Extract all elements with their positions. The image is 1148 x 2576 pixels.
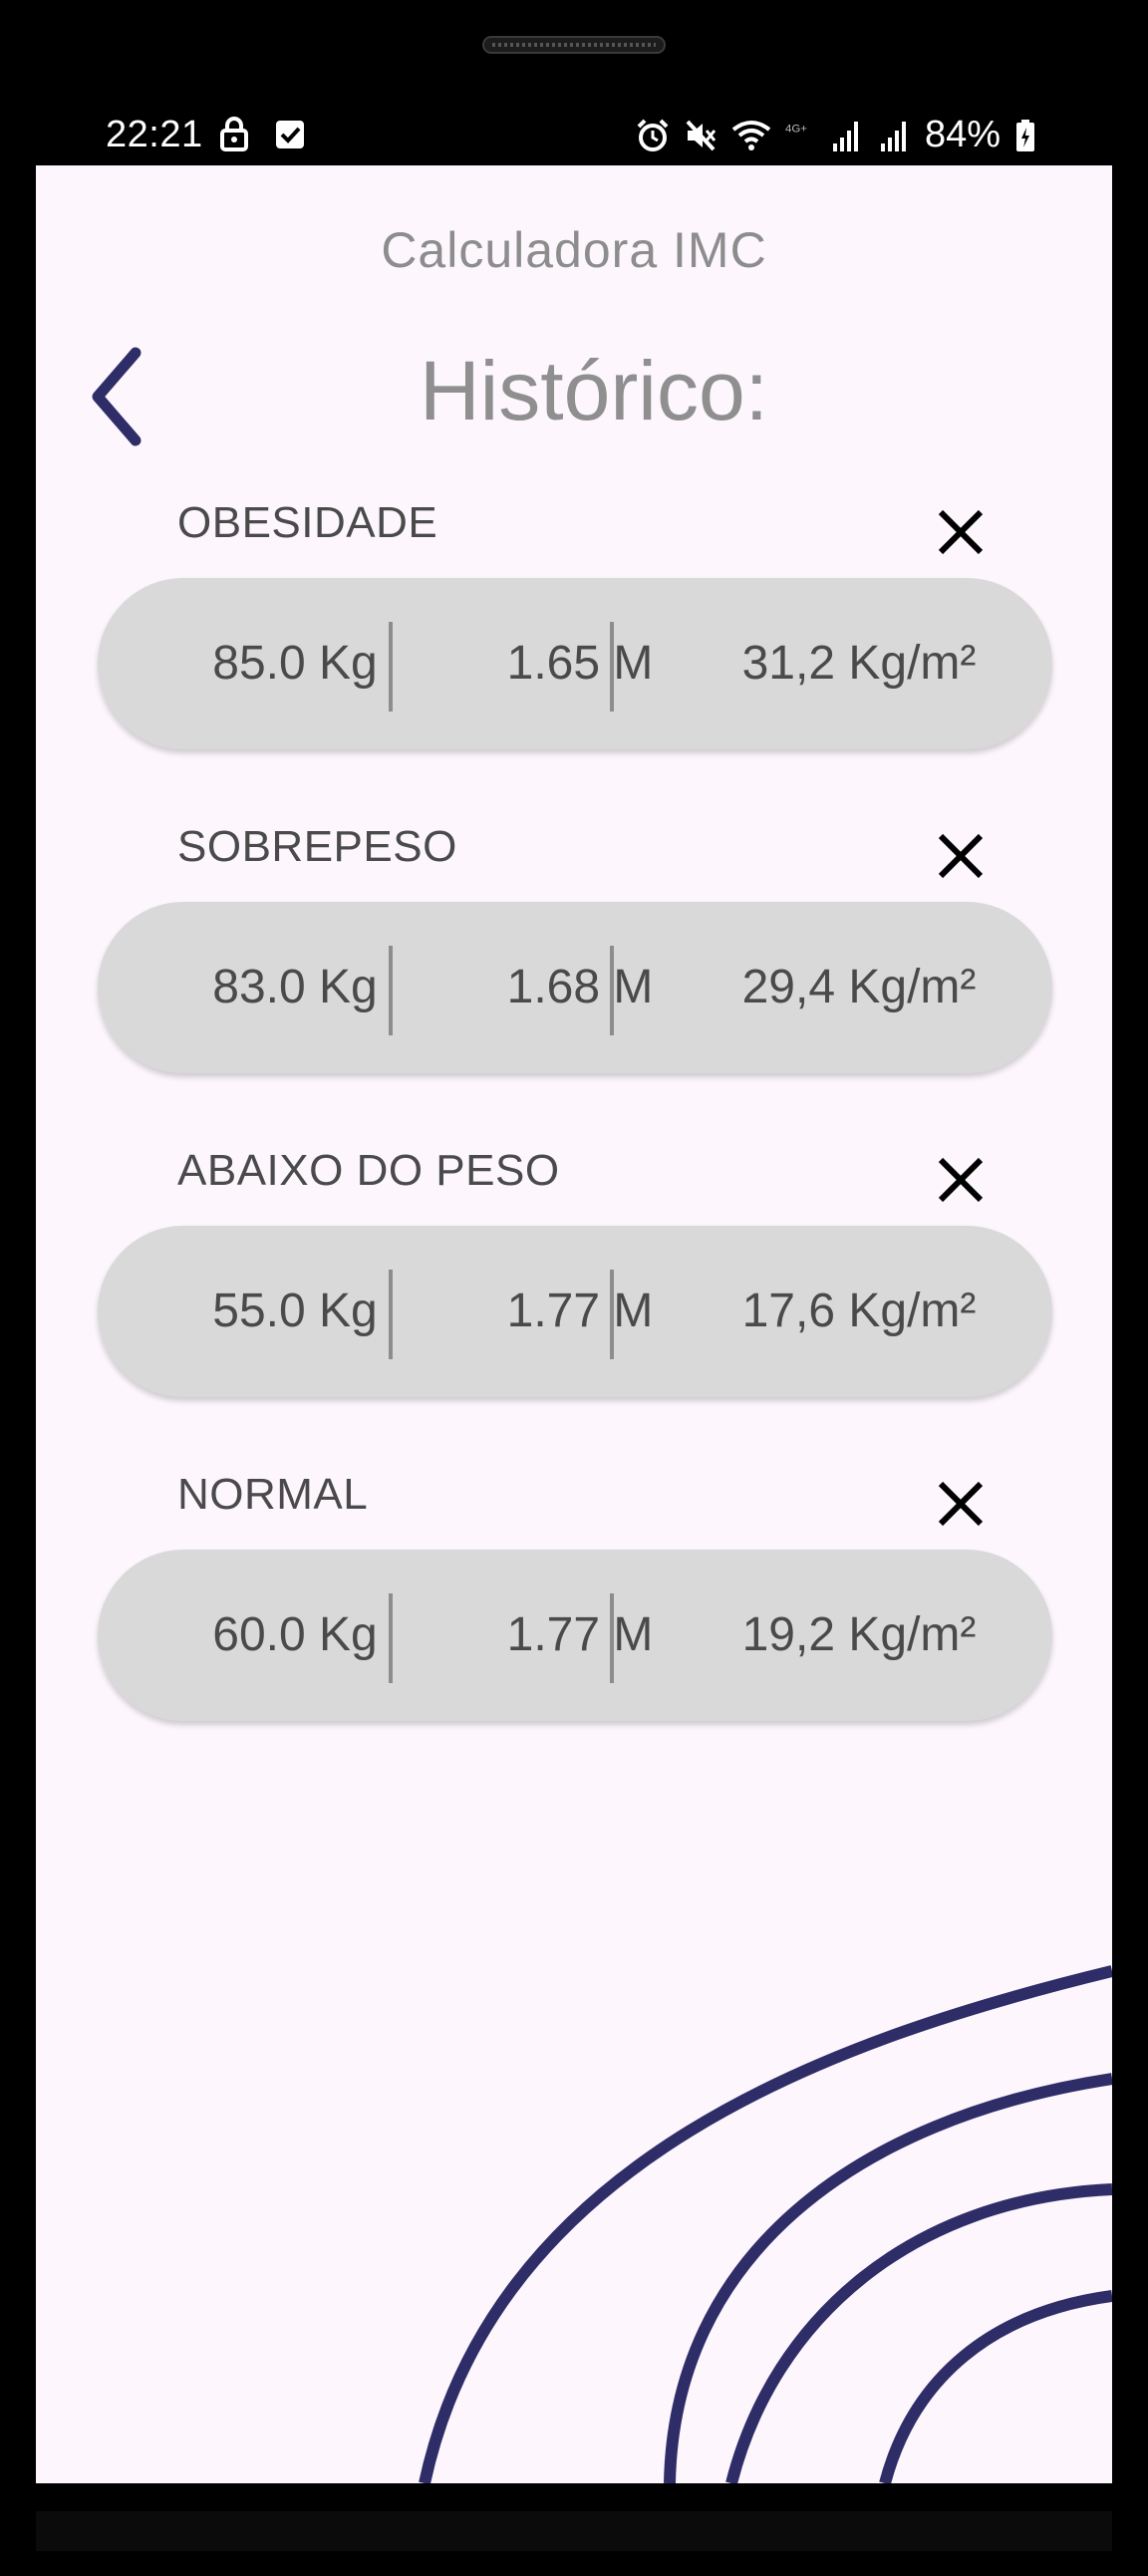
entry-imc: 31,2 Kg/m² bbox=[741, 637, 977, 690]
lock-icon bbox=[220, 117, 248, 151]
wifi-icon bbox=[731, 120, 771, 150]
status-bar: 22:21 4G+ 84% bbox=[36, 100, 1112, 171]
entry-category: ABAIXO DO PESO bbox=[177, 1146, 560, 1195]
history-entry: OBESIDADE 85.0 Kg 1.65 M 31,2 Kg/m² bbox=[98, 498, 1052, 797]
battery-charging-icon bbox=[1016, 119, 1034, 151]
divider bbox=[389, 1593, 393, 1683]
delete-entry-button[interactable] bbox=[933, 504, 989, 560]
entry-imc: 19,2 Kg/m² bbox=[741, 1608, 977, 1661]
4g-icon: 4G+ bbox=[785, 123, 807, 135]
battery-level: 84% bbox=[924, 114, 1001, 155]
delete-entry-button[interactable] bbox=[933, 1476, 989, 1532]
close-icon bbox=[938, 833, 984, 879]
alarm-icon bbox=[637, 119, 669, 151]
entry-category: OBESIDADE bbox=[177, 498, 438, 547]
close-icon bbox=[938, 1157, 984, 1203]
history-entry: NORMAL 60.0 Kg 1.77 M 19,2 Kg/m² bbox=[98, 1470, 1052, 1769]
speaker-grille bbox=[482, 36, 666, 54]
divider bbox=[389, 622, 393, 712]
divider bbox=[610, 622, 614, 712]
divider bbox=[610, 1593, 614, 1683]
divider bbox=[389, 946, 393, 1035]
entry-imc: 17,6 Kg/m² bbox=[741, 1285, 977, 1337]
divider bbox=[610, 946, 614, 1035]
entry-card: 55.0 Kg 1.77 M 17,6 Kg/m² bbox=[98, 1226, 1052, 1397]
close-icon bbox=[938, 509, 984, 555]
history-entry: ABAIXO DO PESO 55.0 Kg 1.77 M 17,6 Kg/m² bbox=[98, 1146, 1052, 1445]
app-screen: Calculadora IMC Histórico: OBESIDADE 85.… bbox=[36, 165, 1112, 2483]
entry-card: 85.0 Kg 1.65 M 31,2 Kg/m² bbox=[98, 578, 1052, 749]
signal-icon bbox=[880, 121, 906, 151]
entry-imc: 29,4 Kg/m² bbox=[741, 961, 977, 1013]
divider bbox=[389, 1270, 393, 1359]
mute-icon bbox=[686, 120, 717, 150]
history-entry: SOBREPESO 83.0 Kg 1.68 M 29,4 Kg/m² bbox=[98, 822, 1052, 1121]
signal-icon bbox=[832, 121, 858, 151]
entry-category: NORMAL bbox=[177, 1470, 369, 1519]
divider bbox=[610, 1270, 614, 1359]
status-time: 22:21 bbox=[106, 114, 203, 155]
entry-category: SOBREPESO bbox=[177, 822, 457, 871]
app-title: Calculadora IMC bbox=[381, 222, 767, 278]
svg-text:4G+: 4G+ bbox=[785, 123, 807, 135]
delete-entry-button[interactable] bbox=[933, 1152, 989, 1208]
navigation-bar bbox=[36, 2511, 1112, 2551]
close-icon bbox=[938, 1481, 984, 1527]
delete-entry-button[interactable] bbox=[933, 828, 989, 884]
page-title: Histórico: bbox=[419, 344, 769, 437]
checkbox-icon bbox=[276, 121, 304, 148]
entry-card: 60.0 Kg 1.77 M 19,2 Kg/m² bbox=[98, 1550, 1052, 1721]
entry-card: 83.0 Kg 1.68 M 29,4 Kg/m² bbox=[98, 902, 1052, 1073]
